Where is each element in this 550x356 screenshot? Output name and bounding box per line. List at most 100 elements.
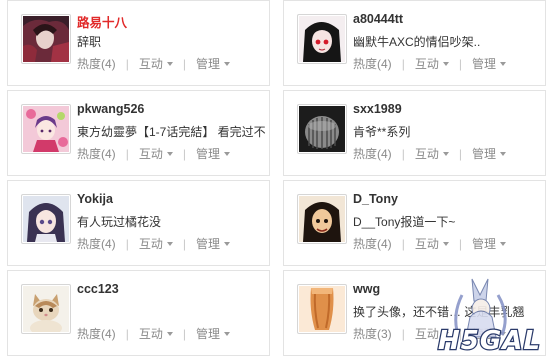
status-text[interactable]: 幽默牛AXC的情侣吵架.. [353, 33, 543, 50]
heat-count: (4) [101, 236, 116, 251]
username[interactable]: D_Tony [353, 192, 398, 206]
interact-dropdown[interactable]: 互动 [139, 145, 173, 162]
username[interactable]: ccc123 [77, 282, 119, 296]
heat-button[interactable]: 热度 (4) [77, 55, 116, 72]
caret-down-icon [166, 241, 173, 246]
heat-button[interactable]: 热度 (4) [77, 325, 116, 342]
divider: | [125, 56, 129, 71]
username[interactable]: wwg [353, 282, 380, 296]
interact-dropdown[interactable]: 互动 [139, 325, 173, 342]
status-text[interactable]: 東方幼靈夢【1-7话完結】 看完过不 [77, 123, 267, 140]
caret-down-icon [442, 151, 449, 156]
heat-button[interactable]: 热度 (4) [77, 145, 116, 162]
avatar[interactable] [297, 14, 347, 64]
watermark-logo: H5GAL [437, 278, 541, 354]
anime-avatar-icon [299, 16, 345, 62]
caret-down-icon [499, 61, 506, 66]
heat-button[interactable]: 热度 (4) [353, 235, 392, 252]
heat-button[interactable]: 热度 (4) [77, 235, 116, 252]
heat-button[interactable]: 热度 (3) [353, 325, 392, 342]
feed-card: sxx1989 肯爷**系列 热度 (4) | 互动 | 管理 [283, 90, 546, 176]
manage-dropdown[interactable]: 管理 [196, 145, 230, 162]
action-bar: 热度 (4) | 互动 | 管理 [353, 235, 506, 252]
action-bar: 热度 (4) | 互动 | 管理 [353, 55, 506, 72]
username[interactable]: pkwang526 [77, 102, 144, 116]
action-bar: 热度 (4) | 互动 | 管理 [77, 325, 230, 342]
status-text[interactable]: 辞职 [77, 33, 267, 50]
heat-label: 热度 [77, 237, 102, 251]
caret-down-icon [166, 331, 173, 336]
interact-dropdown[interactable]: 互动 [415, 145, 449, 162]
manage-label: 管理 [195, 327, 220, 341]
status-text[interactable]: 肯爷**系列 [353, 123, 543, 140]
username[interactable]: sxx1989 [353, 102, 402, 116]
manage-label: 管理 [471, 147, 496, 161]
status-text[interactable]: 有人玩过橘花没 [77, 213, 267, 230]
caret-down-icon [166, 151, 173, 156]
manage-dropdown[interactable]: 管理 [472, 145, 506, 162]
caret-down-icon [442, 241, 449, 246]
manage-dropdown[interactable]: 管理 [196, 235, 230, 252]
heat-label: 热度 [77, 57, 102, 71]
helmet-avatar-icon [299, 106, 345, 152]
interact-dropdown[interactable]: 互动 [415, 235, 449, 252]
kitten-avatar-icon [23, 286, 69, 332]
action-bar: 热度 (4) | 互动 | 管理 [353, 145, 506, 162]
avatar[interactable] [21, 284, 71, 334]
avatar[interactable] [297, 194, 347, 244]
heat-button[interactable]: 热度 (4) [353, 145, 392, 162]
heat-label: 热度 [353, 327, 378, 341]
heat-button[interactable]: 热度 (4) [353, 55, 392, 72]
divider: | [125, 146, 129, 161]
heat-count: (4) [101, 326, 116, 341]
interact-label: 互动 [138, 57, 163, 71]
avatar[interactable] [297, 104, 347, 154]
avatar[interactable] [21, 104, 71, 154]
manage-label: 管理 [195, 57, 220, 71]
username[interactable]: Yokija [77, 192, 113, 206]
heat-label: 热度 [353, 147, 378, 161]
interact-label: 互动 [414, 237, 439, 251]
caret-down-icon [223, 151, 230, 156]
divider: | [458, 236, 462, 251]
orange-figure-avatar-icon [299, 286, 345, 332]
heat-count: (4) [377, 236, 392, 251]
interact-dropdown[interactable]: 互动 [139, 235, 173, 252]
anime-avatar-icon [299, 196, 345, 242]
anime-avatar-icon [23, 16, 69, 62]
caret-down-icon [223, 61, 230, 66]
heat-count: (3) [377, 326, 392, 341]
manage-dropdown[interactable]: 管理 [196, 55, 230, 72]
interact-label: 互动 [138, 327, 163, 341]
avatar[interactable] [21, 14, 71, 64]
caret-down-icon [223, 331, 230, 336]
manage-dropdown[interactable]: 管理 [196, 325, 230, 342]
divider: | [182, 236, 186, 251]
heat-label: 热度 [353, 237, 378, 251]
heat-count: (4) [377, 56, 392, 71]
heat-count: (4) [101, 56, 116, 71]
username[interactable]: a80444tt [353, 12, 403, 26]
divider: | [182, 326, 186, 341]
interact-label: 互动 [414, 147, 439, 161]
caret-down-icon [166, 61, 173, 66]
username[interactable]: 路易十八 [77, 12, 127, 31]
divider: | [458, 146, 462, 161]
avatar[interactable] [21, 194, 71, 244]
manage-dropdown[interactable]: 管理 [472, 235, 506, 252]
divider: | [458, 56, 462, 71]
feed-card: ccc123 热度 (4) | 互动 | 管理 [7, 270, 270, 356]
interact-dropdown[interactable]: 互动 [415, 55, 449, 72]
heat-count: (4) [377, 146, 392, 161]
avatar[interactable] [297, 284, 347, 334]
heat-label: 热度 [77, 147, 102, 161]
feed-card: a80444tt 幽默牛AXC的情侣吵架.. 热度 (4) | 互动 | 管理 [283, 0, 546, 86]
heat-count: (4) [101, 146, 116, 161]
interact-label: 互动 [138, 237, 163, 251]
manage-dropdown[interactable]: 管理 [472, 55, 506, 72]
divider: | [401, 236, 405, 251]
interact-dropdown[interactable]: 互动 [139, 55, 173, 72]
action-bar: 热度 (4) | 互动 | 管理 [77, 55, 230, 72]
feed-card: 路易十八 辞职 热度 (4) | 互动 | 管理 [7, 0, 270, 86]
status-text[interactable]: D__Tony报道一下~ [353, 213, 543, 230]
